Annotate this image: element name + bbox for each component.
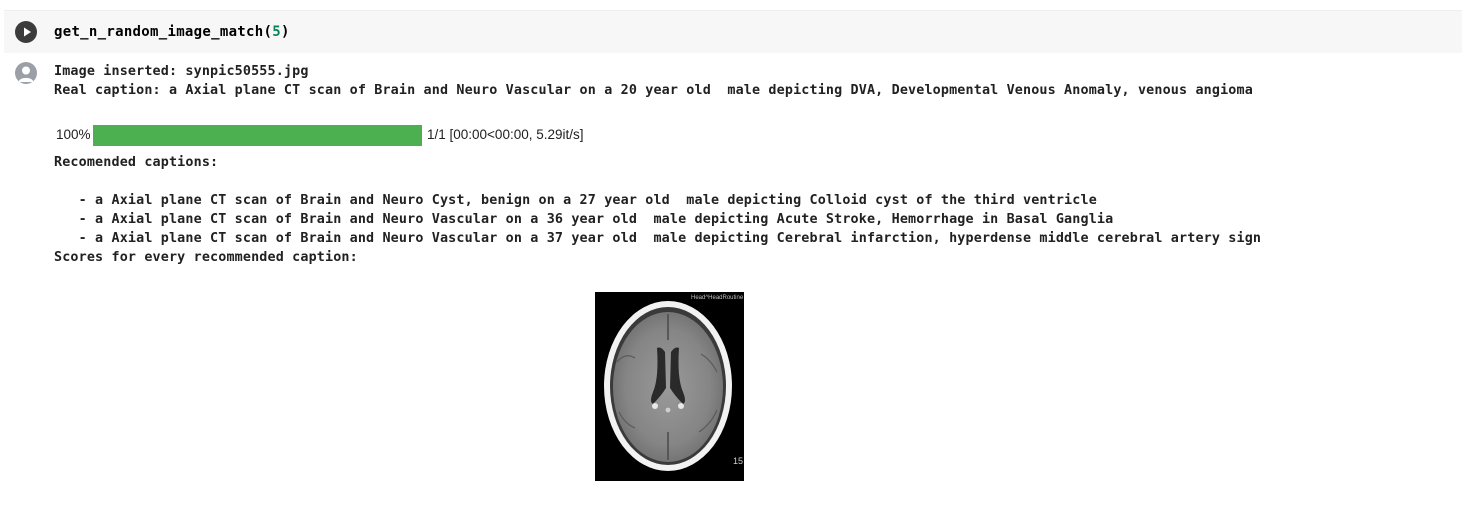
play-icon <box>24 27 31 37</box>
code-argument: 5 <box>272 24 281 40</box>
recommended-caption-item: - a Axial plane CT scan of Brain and Neu… <box>54 231 1262 246</box>
progress-percent: 100% <box>56 127 91 142</box>
notebook-top-spacer <box>0 0 1462 8</box>
output-avatar <box>15 62 37 84</box>
recommended-header: Recomended captions: <box>54 155 219 170</box>
image-inserted-text: Image inserted: synpic50555.jpg <box>54 64 309 79</box>
code-closing: ) <box>280 24 290 40</box>
user-avatar-icon <box>18 66 34 82</box>
real-caption-text: Real caption: a Axial plane CT scan of B… <box>54 83 1253 98</box>
progress-info: 1/1 [00:00<00:00, 5.29it/s] <box>427 127 584 142</box>
ct-corner-label-bottom: 15 <box>733 456 743 466</box>
code-function: get_n_random_image_match( <box>54 24 273 40</box>
ct-scan-image: Head^HeadRoutine 15 <box>595 292 744 481</box>
brain-ct-image: Head^HeadRoutine 15 <box>595 292 744 481</box>
run-cell-button[interactable] <box>15 21 37 43</box>
code-line[interactable]: get_n_random_image_match(5) <box>54 22 290 42</box>
progress-bar <box>93 125 422 146</box>
recommended-caption-item: - a Axial plane CT scan of Brain and Neu… <box>54 212 1114 227</box>
scores-header: Scores for every recommended caption: <box>54 250 358 265</box>
progress-bar-fill <box>93 125 422 146</box>
ct-corner-label-top: Head^HeadRoutine <box>691 295 744 301</box>
recommended-caption-item: - a Axial plane CT scan of Brain and Neu… <box>54 193 1097 208</box>
